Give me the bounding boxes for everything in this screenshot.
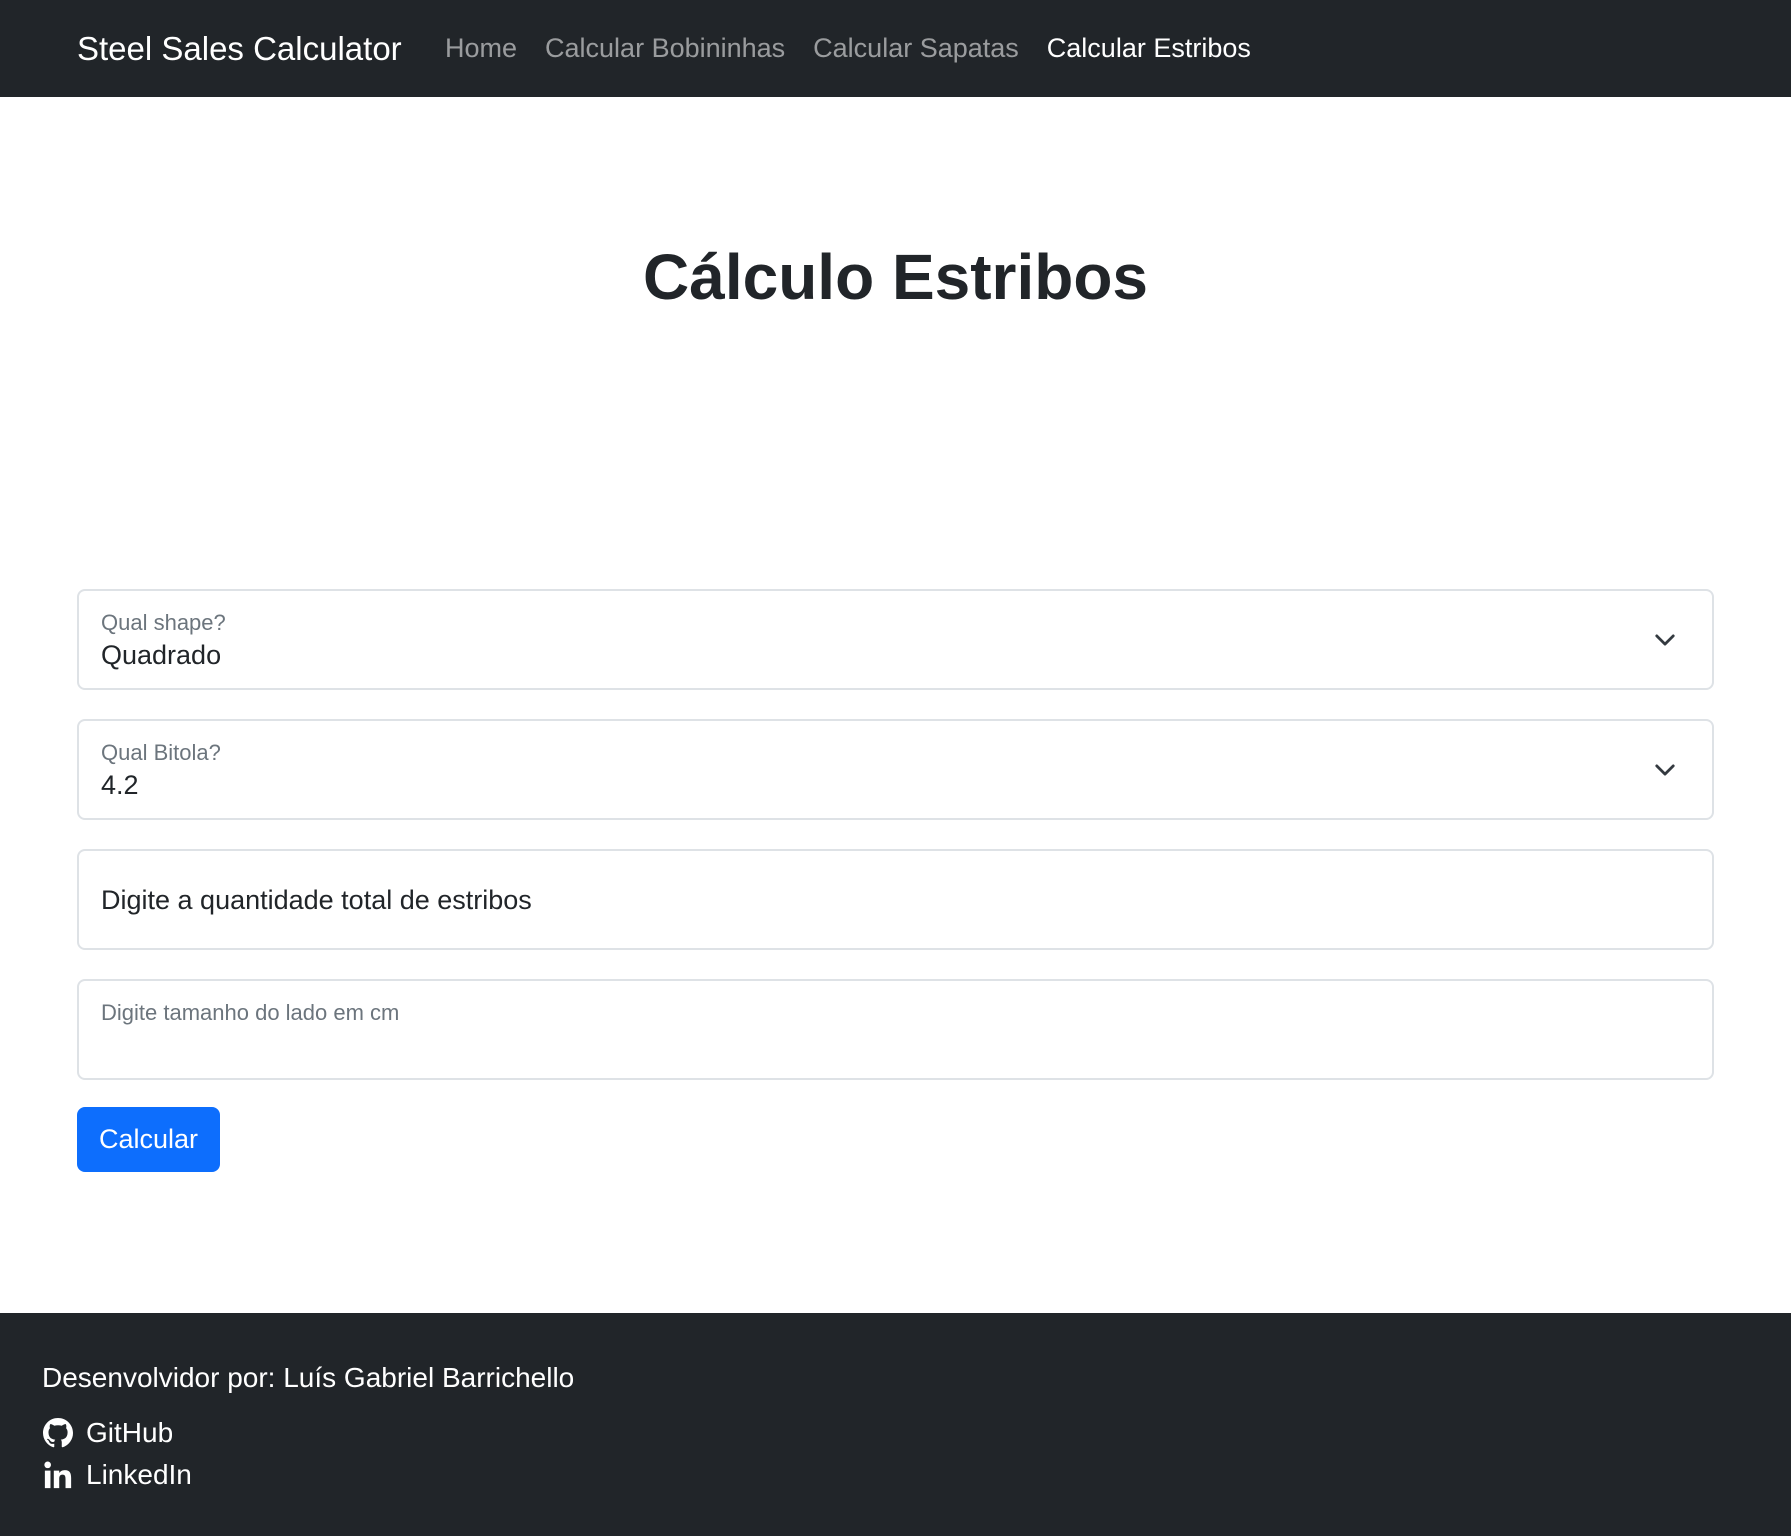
bitola-select[interactable]: Qual Bitola? 4.2 xyxy=(77,719,1714,820)
quantity-input-placeholder: Digite a quantidade total de estribos xyxy=(101,885,532,915)
chevron-down-icon xyxy=(1654,629,1676,651)
side-length-input-label: Digite tamanho do lado em cm xyxy=(101,1000,400,1025)
chevron-down-icon xyxy=(1654,759,1676,781)
linkedin-icon xyxy=(42,1459,74,1491)
top-navbar: Steel Sales Calculator Home Calcular Bob… xyxy=(0,0,1791,97)
estribos-form: Qual shape? Quadrado Qual Bitola? 4.2 Di… xyxy=(77,589,1714,1109)
github-icon xyxy=(42,1417,74,1449)
nav-link-calcular-bobininhas[interactable]: Calcular Bobininhas xyxy=(545,33,785,64)
developer-credit: Desenvolvidor por: Luís Gabriel Barriche… xyxy=(42,1362,575,1393)
github-link[interactable]: GitHub xyxy=(42,1417,173,1449)
nav-link-home[interactable]: Home xyxy=(445,33,517,64)
page-title: Cálculo Estribos xyxy=(643,241,1148,313)
bitola-select-label: Qual Bitola? xyxy=(101,740,221,765)
bitola-select-value: 4.2 xyxy=(101,770,139,800)
nav-link-calcular-sapatas[interactable]: Calcular Sapatas xyxy=(813,33,1019,64)
calcular-button[interactable]: Calcular xyxy=(77,1107,220,1172)
linkedin-link-label: LinkedIn xyxy=(86,1459,192,1490)
side-length-input[interactable]: Digite tamanho do lado em cm xyxy=(77,979,1714,1080)
nav-links: Home Calcular Bobininhas Calcular Sapata… xyxy=(445,33,1279,64)
navbar-brand[interactable]: Steel Sales Calculator xyxy=(77,30,402,68)
shape-select-value: Quadrado xyxy=(101,640,222,670)
quantity-input[interactable]: Digite a quantidade total de estribos xyxy=(77,849,1714,950)
shape-select-label: Qual shape? xyxy=(101,610,226,635)
shape-select[interactable]: Qual shape? Quadrado xyxy=(77,589,1714,690)
linkedin-link[interactable]: LinkedIn xyxy=(42,1459,192,1491)
github-link-label: GitHub xyxy=(86,1417,174,1448)
nav-link-calcular-estribos[interactable]: Calcular Estribos xyxy=(1047,33,1251,64)
footer: Desenvolvidor por: Luís Gabriel Barriche… xyxy=(0,1313,1791,1536)
